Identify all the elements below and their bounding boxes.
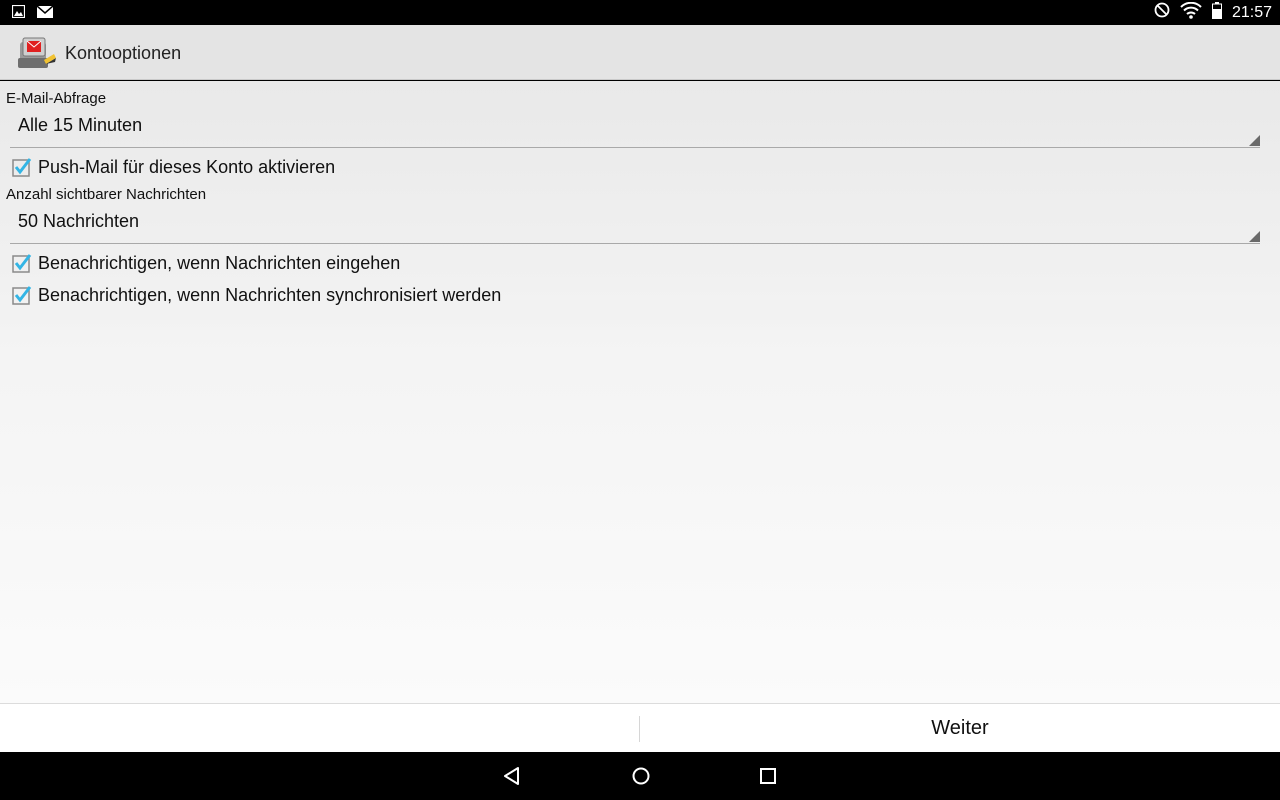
next-button[interactable]: Weiter	[640, 704, 1280, 753]
wifi-icon	[1180, 1, 1202, 24]
check-interval-value: Alle 15 Minuten	[18, 115, 143, 135]
notify-new-label: Benachrichtigen, wenn Nachrichten eingeh…	[38, 252, 401, 273]
push-mail-checkbox[interactable]	[12, 157, 32, 177]
battery-icon	[1211, 1, 1222, 24]
dropdown-arrow-icon	[1249, 231, 1260, 242]
visible-messages-spinner[interactable]: 50 Nachrichten	[10, 204, 1260, 244]
page-title: Kontooptionen	[65, 43, 182, 63]
do-not-disturb-icon	[1154, 2, 1170, 23]
account-options-form: E-Mail-Abfrage Alle 15 Minuten Push-Mail…	[0, 81, 1280, 703]
push-mail-label: Push-Mail für dieses Konto aktivieren	[38, 156, 336, 177]
button-bar: Weiter	[0, 703, 1280, 752]
mail-notification-icon	[36, 5, 54, 23]
navigation-bar	[0, 752, 1280, 800]
status-bar: 21:57	[0, 0, 1280, 25]
push-mail-row[interactable]: Push-Mail für dieses Konto aktivieren	[12, 154, 335, 180]
empty-button-slot	[0, 704, 639, 753]
visible-messages-value: 50 Nachrichten	[18, 211, 140, 231]
action-bar: Kontooptionen	[0, 25, 1280, 80]
check-interval-spinner[interactable]: Alle 15 Minuten	[10, 108, 1260, 148]
check-interval-label: E-Mail-Abfrage	[6, 90, 107, 107]
recents-icon[interactable]	[756, 764, 780, 788]
home-icon[interactable]	[629, 764, 653, 788]
mail-app-icon	[16, 32, 58, 74]
notify-sync-label: Benachrichtigen, wenn Nachrichten synchr…	[38, 284, 502, 305]
visible-messages-label: Anzahl sichtbarer Nachrichten	[6, 186, 207, 203]
back-icon[interactable]	[500, 764, 524, 788]
clock: 21:57	[1231, 4, 1272, 21]
notify-new-row[interactable]: Benachrichtigen, wenn Nachrichten eingeh…	[12, 250, 400, 276]
notify-new-checkbox[interactable]	[12, 253, 32, 273]
notify-sync-checkbox[interactable]	[12, 285, 32, 305]
notify-sync-row[interactable]: Benachrichtigen, wenn Nachrichten synchr…	[12, 282, 501, 308]
image-notification-icon	[11, 4, 26, 23]
dropdown-arrow-icon	[1249, 135, 1260, 146]
